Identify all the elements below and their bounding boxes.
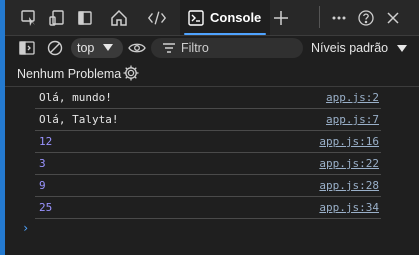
add-tab-icon[interactable] xyxy=(271,8,291,28)
console-message: 12 xyxy=(39,135,53,148)
source-link[interactable]: app.js:28 xyxy=(319,179,379,192)
active-tab-indicator xyxy=(184,33,266,35)
console-settings-gear-icon[interactable] xyxy=(121,63,141,83)
levels-chevron-down-icon xyxy=(397,45,407,52)
issues-count-label[interactable]: Nenhum Problema xyxy=(17,67,121,81)
more-options-icon[interactable] xyxy=(329,8,349,28)
issues-bar: Nenhum Problema xyxy=(5,61,419,87)
devtools-panel: Console top Filtro Níveis padrão Nenhum … xyxy=(5,0,419,255)
tab-console[interactable]: Console xyxy=(180,0,270,35)
source-link[interactable]: app.js:7 xyxy=(326,113,379,126)
console-row: Olá, Talyta! app.js:7 xyxy=(5,109,419,131)
tab-console-label: Console xyxy=(210,10,262,25)
elements-tab-icon[interactable] xyxy=(147,8,167,28)
console-toolbar: top Filtro Níveis padrão xyxy=(5,36,419,60)
console-tab-icon xyxy=(186,8,206,28)
console-row: 9 app.js:28 xyxy=(5,175,419,197)
console-row: Olá, mundo! app.js:2 xyxy=(5,87,419,109)
console-message: 3 xyxy=(39,157,46,170)
console-message: Olá, Talyta! xyxy=(39,113,119,126)
clear-console-icon[interactable] xyxy=(45,38,65,58)
console-message: 25 xyxy=(39,201,53,214)
console-message: Olá, mundo! xyxy=(39,91,112,104)
close-devtools-icon[interactable] xyxy=(383,8,403,28)
console-prompt[interactable]: › xyxy=(22,221,29,235)
show-console-sidebar-icon[interactable] xyxy=(17,38,37,58)
filter-icon xyxy=(163,43,175,53)
console-message: 9 xyxy=(39,179,46,192)
source-link[interactable]: app.js:34 xyxy=(319,201,379,214)
console-row: 25 app.js:34 xyxy=(5,197,419,219)
source-link[interactable]: app.js:22 xyxy=(319,157,379,170)
context-selector[interactable]: top xyxy=(71,38,123,58)
filter-input[interactable]: Filtro xyxy=(151,38,303,58)
chevron-down-icon xyxy=(103,44,113,51)
console-row: 12 app.js:16 xyxy=(5,131,419,153)
filter-placeholder: Filtro xyxy=(181,41,209,55)
log-levels-label: Níveis padrão xyxy=(311,41,389,55)
tab-bar-divider xyxy=(319,6,320,28)
inspect-element-icon[interactable] xyxy=(19,8,39,28)
toggle-sidebar-icon[interactable] xyxy=(75,8,95,28)
welcome-home-icon[interactable] xyxy=(109,8,129,28)
context-value: top xyxy=(77,41,95,55)
source-link[interactable]: app.js:16 xyxy=(319,135,379,148)
device-emulation-icon[interactable] xyxy=(47,8,67,28)
row-divider xyxy=(35,218,381,219)
log-levels-dropdown[interactable]: Níveis padrão xyxy=(311,36,417,60)
source-link[interactable]: app.js:2 xyxy=(326,91,379,104)
live-expression-eye-icon[interactable] xyxy=(127,38,147,58)
help-icon[interactable] xyxy=(356,8,376,28)
console-row: 3 app.js:22 xyxy=(5,153,419,175)
console-output: Olá, mundo! app.js:2 Olá, Talyta! app.js… xyxy=(5,87,419,255)
devtools-tab-bar: Console xyxy=(5,0,419,36)
